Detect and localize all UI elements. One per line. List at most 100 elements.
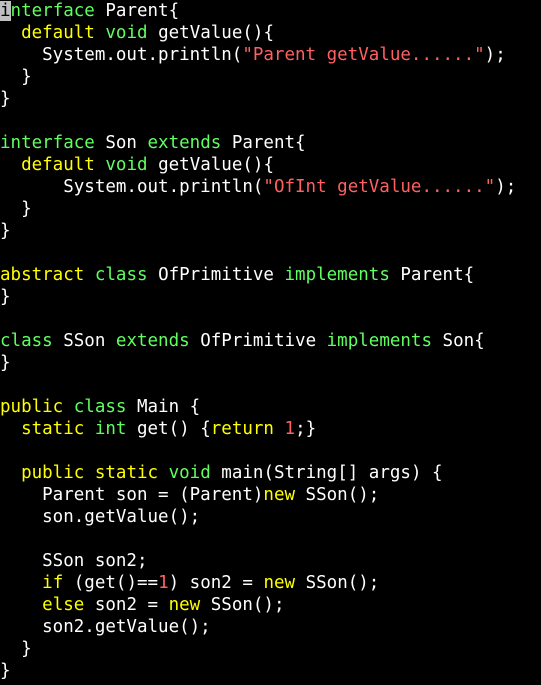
code-token: } bbox=[0, 221, 11, 241]
code-token: SSon(); bbox=[295, 573, 380, 593]
code-token: } bbox=[0, 287, 11, 307]
code-line[interactable]: } bbox=[0, 352, 11, 374]
code-token: void bbox=[168, 463, 211, 483]
code-token: get() { bbox=[126, 419, 211, 439]
code-token: SSon son2; bbox=[0, 551, 148, 571]
code-token: Parent{ bbox=[389, 265, 475, 285]
code-token: extends bbox=[147, 133, 222, 153]
code-token: Parent son = (Parent) bbox=[0, 485, 264, 505]
code-token: ); bbox=[495, 177, 517, 197]
code-line[interactable]: } bbox=[0, 66, 32, 88]
code-token: return bbox=[210, 419, 274, 439]
code-token: son2.getValue(); bbox=[0, 617, 211, 637]
code-token: public bbox=[21, 463, 85, 483]
code-token: static bbox=[94, 463, 159, 483]
code-token: class bbox=[94, 265, 148, 285]
code-token: OfPrimitive bbox=[147, 265, 285, 285]
code-line[interactable]: son.getValue(); bbox=[0, 506, 200, 528]
code-token: default bbox=[21, 155, 95, 175]
code-line[interactable]: } bbox=[0, 220, 11, 242]
code-token: } bbox=[0, 89, 11, 109]
code-token: System.out.println( bbox=[0, 45, 243, 65]
code-token: void bbox=[105, 23, 148, 43]
code-token: 1 bbox=[284, 419, 296, 439]
code-line[interactable]: public static void main(String[] args) { bbox=[0, 462, 442, 484]
code-token: "OfInt getValue......" bbox=[263, 177, 496, 197]
code-line[interactable]: class SSon extends OfPrimitive implement… bbox=[0, 330, 485, 352]
code-token: implements bbox=[284, 265, 390, 285]
code-token: ;} bbox=[295, 419, 317, 439]
code-token: Parent{ bbox=[221, 133, 306, 153]
code-token: son.getValue(); bbox=[0, 507, 201, 527]
code-token: } bbox=[0, 661, 11, 681]
code-line[interactable]: else son2 = new SSon(); bbox=[0, 594, 285, 616]
code-line[interactable]: } bbox=[0, 198, 32, 220]
code-line[interactable]: default void getValue(){ bbox=[0, 22, 274, 44]
code-token: new bbox=[263, 573, 296, 593]
code-line[interactable]: son2.getValue(); bbox=[0, 616, 211, 638]
code-line[interactable]: static int get() {return 1;} bbox=[0, 418, 316, 440]
code-token: } bbox=[0, 67, 32, 87]
code-token: new bbox=[263, 485, 296, 505]
code-token: public bbox=[0, 397, 64, 417]
code-token: Son{ bbox=[432, 331, 485, 351]
code-token: getValue(){ bbox=[147, 23, 274, 43]
code-token: Son bbox=[94, 133, 148, 153]
code-token: SSon(); bbox=[295, 485, 380, 505]
code-line[interactable]: } bbox=[0, 660, 11, 682]
code-token: else bbox=[42, 595, 85, 615]
code-token: } bbox=[0, 639, 32, 659]
code-line[interactable]: Parent son = (Parent)new SSon(); bbox=[0, 484, 379, 506]
code-token: int bbox=[94, 419, 127, 439]
code-token: ) son2 = bbox=[168, 573, 264, 593]
code-line[interactable]: default void getValue(){ bbox=[0, 154, 274, 176]
code-token: "Parent getValue......" bbox=[242, 45, 485, 65]
text-cursor: i bbox=[0, 1, 11, 21]
code-line[interactable]: public class Main { bbox=[0, 396, 200, 418]
code-line[interactable]: abstract class OfPrimitive implements Pa… bbox=[0, 264, 474, 286]
code-token: default bbox=[21, 23, 95, 43]
code-token: if bbox=[42, 573, 64, 593]
code-token: ); bbox=[484, 45, 506, 65]
code-token: getValue(){ bbox=[147, 155, 274, 175]
code-line[interactable]: } bbox=[0, 638, 32, 660]
code-token: implements bbox=[326, 331, 432, 351]
code-token: void bbox=[105, 155, 148, 175]
code-line[interactable]: SSon son2; bbox=[0, 550, 148, 572]
code-line[interactable]: interface Parent{ bbox=[0, 0, 179, 22]
code-token: System.out.println( bbox=[0, 177, 264, 197]
code-line[interactable]: } bbox=[0, 286, 11, 308]
code-token: SSon(); bbox=[200, 595, 285, 615]
code-editor[interactable]: interface Parent{ default void getValue(… bbox=[0, 0, 541, 685]
code-line[interactable]: interface Son extends Parent{ bbox=[0, 132, 306, 154]
code-token: class bbox=[0, 331, 53, 351]
code-token: son2 = bbox=[84, 595, 169, 615]
code-token: 1 bbox=[158, 573, 169, 593]
code-token: new bbox=[168, 595, 201, 615]
code-line[interactable]: System.out.println("OfInt getValue......… bbox=[0, 176, 516, 198]
code-token: OfPrimitive bbox=[189, 331, 327, 351]
code-token: Parent{ bbox=[94, 1, 180, 21]
code-line[interactable]: } bbox=[0, 88, 11, 110]
code-token: interface bbox=[0, 133, 95, 153]
code-token: static bbox=[21, 419, 85, 439]
code-line[interactable]: if (get()==1) son2 = new SSon(); bbox=[0, 572, 379, 594]
code-line[interactable]: System.out.println("Parent getValue.....… bbox=[0, 44, 506, 66]
code-token: abstract bbox=[0, 265, 85, 285]
code-token: (get()== bbox=[63, 573, 159, 593]
code-token: class bbox=[73, 397, 127, 417]
